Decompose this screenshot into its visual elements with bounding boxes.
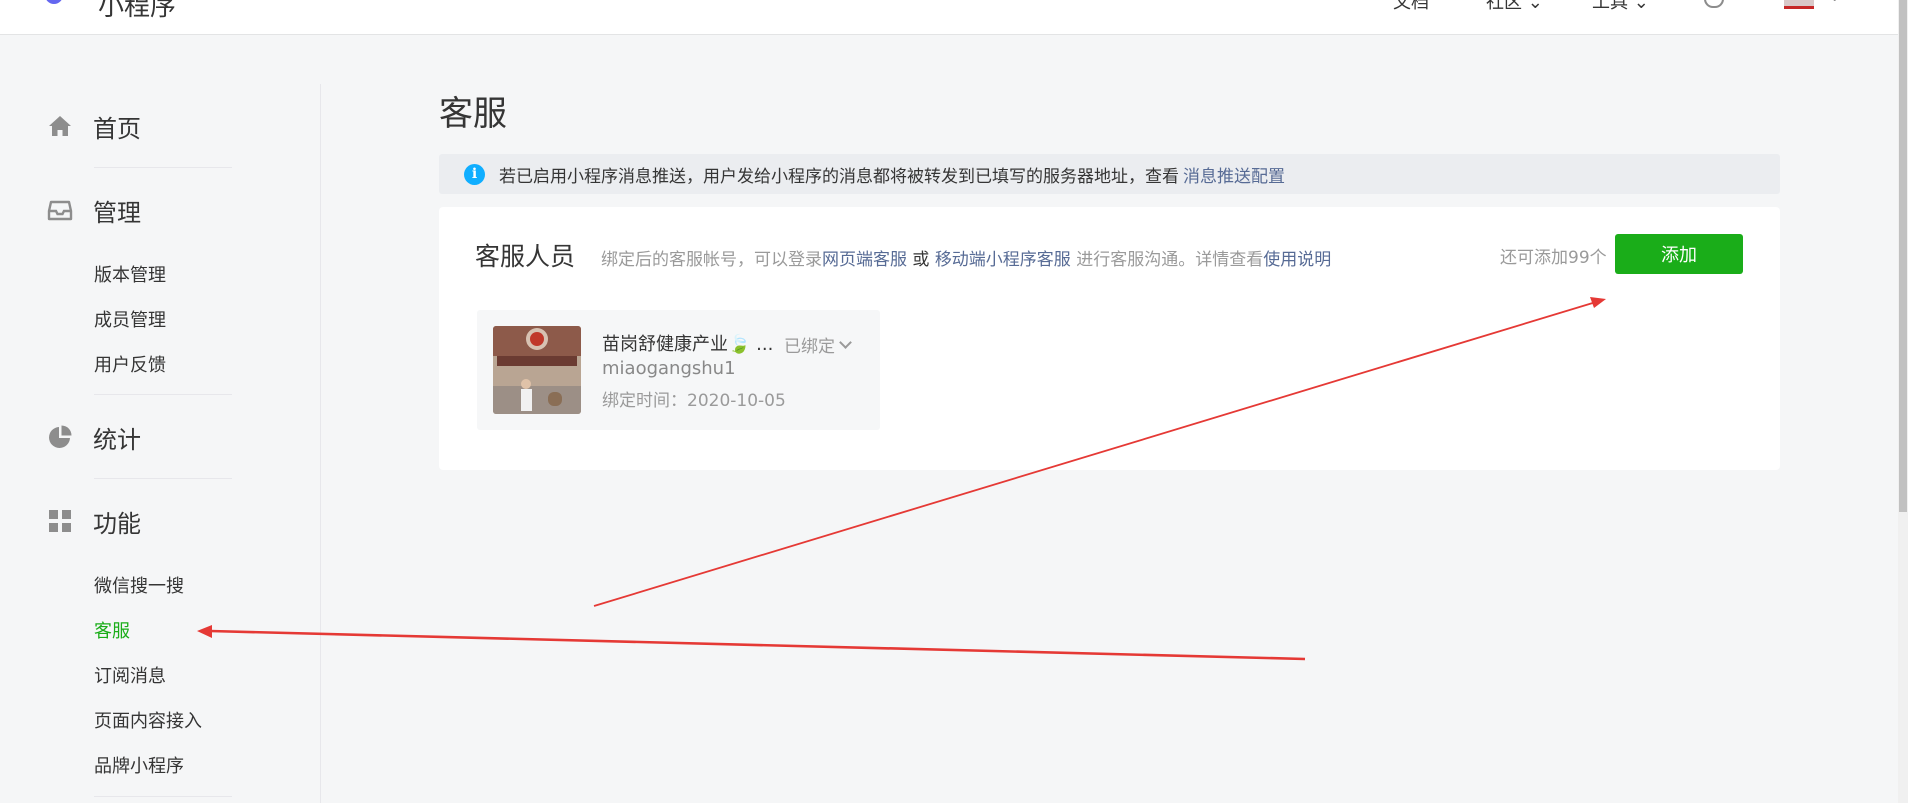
staff-bind-time: 绑定时间：2020-10-05 [602,391,786,411]
app-name: 小程序 [98,0,177,22]
sidebar-divider [94,796,232,797]
chevron-down-icon[interactable]: ⌄ [1828,0,1841,5]
mobile-service-link[interactable]: 移动端小程序客服 [935,250,1071,270]
nav-docs-label: 文档 [1393,0,1429,13]
sidebar-item-stats[interactable]: 统计 [47,422,141,454]
staff-avatar [493,326,581,414]
annotation-arrow [197,625,1306,661]
bind-status-dropdown[interactable]: 已绑定 [784,332,852,357]
page-title: 客服 [439,94,507,134]
inbox-icon [47,200,73,221]
message-push-config-link[interactable]: 消息推送配置 [1183,162,1285,187]
chevron-down-icon [839,336,852,349]
sidebar-item-wechat-search[interactable]: 微信搜一搜 [94,572,184,598]
sidebar-item-member-manage[interactable]: 成员管理 [94,306,166,332]
grid-icon [49,510,71,532]
user-avatar[interactable] [1784,0,1814,9]
sidebar-divider [94,394,232,395]
nav-tools[interactable]: 工具 ⌄ [1592,0,1649,14]
sidebar: 首页 管理 版本管理 成员管理 用户反馈 统计 功能 微信搜一搜 客服 订阅消息… [0,84,321,803]
sidebar-item-home[interactable]: 首页 [47,111,141,143]
web-service-link[interactable]: 网页端客服 [822,250,907,270]
sidebar-item-user-feedback[interactable]: 用户反馈 [94,351,166,377]
staff-account: miaogangshu1 [602,358,736,379]
chevron-down-icon: ⌄ [1527,0,1543,13]
sidebar-item-label: 管理 [93,198,141,227]
nav-docs[interactable]: 文档 [1393,0,1429,14]
info-notice: i 若已启用小程序消息推送，用户发给小程序的消息都将被转发到已填写的服务器地址，… [439,154,1780,194]
notification-bell-icon[interactable] [1704,0,1724,8]
sidebar-item-brand-miniprogram[interactable]: 品牌小程序 [94,752,184,778]
sidebar-item-label: 功能 [93,509,141,538]
nav-community-label: 社区 [1486,0,1522,13]
remaining-quota: 还可添加99个 [1500,248,1607,268]
home-icon [49,116,71,136]
add-button[interactable]: 添加 [1615,234,1743,274]
customer-service-card: 客服人员 绑定后的客服帐号，可以登录网页端客服 或 移动端小程序客服 进行客服沟… [439,207,1780,470]
card-description: 绑定后的客服帐号，可以登录网页端客服 或 移动端小程序客服 进行客服沟通。详情查… [601,245,1331,270]
usage-guide-link[interactable]: 使用说明 [1263,250,1331,270]
sidebar-item-features[interactable]: 功能 [47,506,141,538]
top-bar: 小程序 文档 社区 ⌄ 工具 ⌄ ⌄ [0,0,1898,35]
card-title: 客服人员 [475,242,576,271]
sidebar-item-subscribe-message[interactable]: 订阅消息 [94,662,166,688]
sidebar-item-customer-service[interactable]: 客服 [94,617,130,643]
nav-community[interactable]: 社区 ⌄ [1486,0,1543,14]
info-icon: i [464,163,485,185]
sidebar-divider [94,478,232,479]
scrollbar-thumb[interactable] [1899,0,1907,512]
sidebar-item-manage[interactable]: 管理 [47,195,141,227]
card-desc-or: 或 [907,250,935,270]
bind-status-label: 已绑定 [784,337,835,357]
pie-chart-icon [49,425,72,448]
sidebar-item-page-content[interactable]: 页面内容接入 [94,707,202,733]
sidebar-divider [94,167,232,168]
staff-name: 苗岗舒健康产业🍃 ... [602,334,774,355]
logo-icon[interactable] [45,0,63,4]
sidebar-item-label: 统计 [93,425,141,454]
card-desc-text-2: 进行客服沟通。详情查看 [1070,250,1264,270]
chevron-down-icon: ⌄ [1633,0,1649,13]
sidebar-item-version-manage[interactable]: 版本管理 [94,261,166,287]
nav-tools-label: 工具 [1592,0,1628,13]
staff-item: 苗岗舒健康产业🍃 ... miaogangshu1 绑定时间：2020-10-0… [477,310,880,430]
page-scrollbar[interactable] [1898,0,1908,803]
card-desc-text: 绑定后的客服帐号，可以登录 [601,250,822,270]
notice-text: 若已启用小程序消息推送，用户发给小程序的消息都将被转发到已填写的服务器地址，查看 [499,166,1179,187]
sidebar-item-label: 首页 [93,114,141,143]
